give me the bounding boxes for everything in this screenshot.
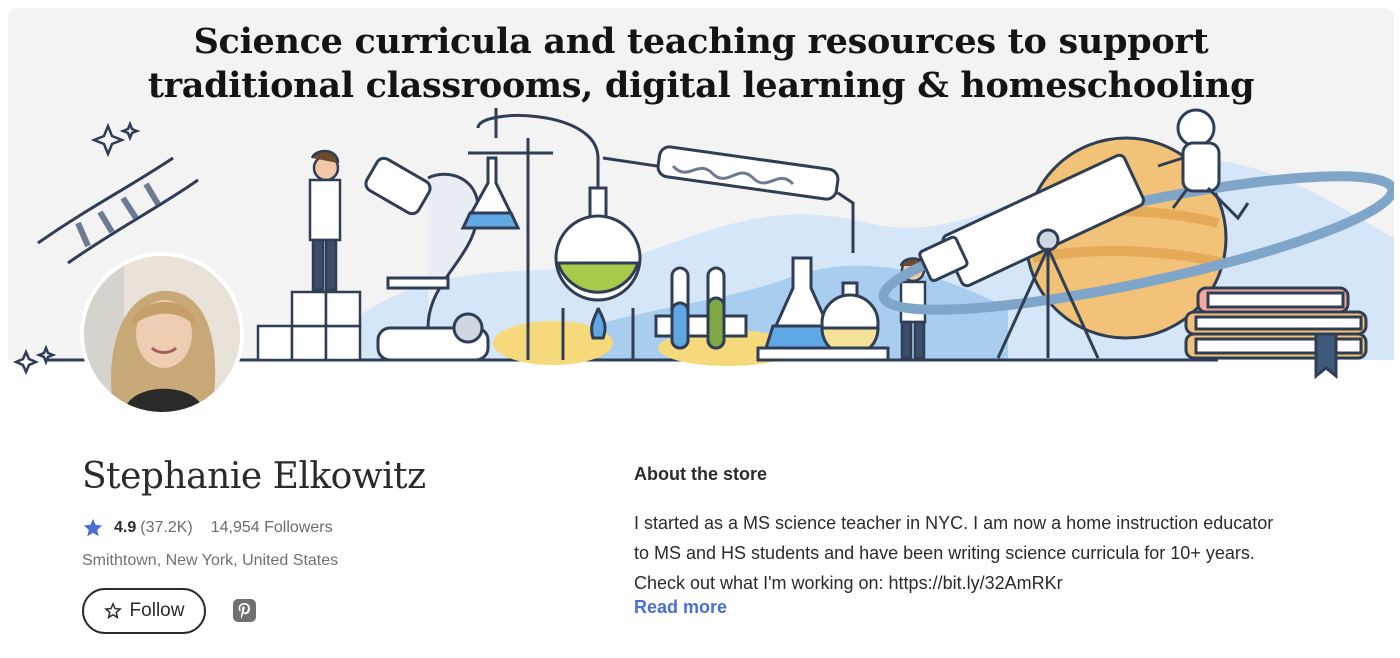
read-more-link[interactable]: Read more — [634, 597, 727, 618]
rating-count[interactable]: (37.2K) — [140, 519, 192, 537]
banner-title-line1: Science curricula and teaching resources… — [193, 21, 1209, 62]
banner-title-line2: traditional classrooms, digital learning… — [147, 65, 1255, 106]
seller-location: Smithtown, New York, United States — [82, 552, 339, 569]
microscope-icon — [364, 156, 490, 362]
cubes — [256, 290, 362, 362]
scientist — [308, 149, 342, 292]
banner-title: Science curricula and teaching resources… — [8, 20, 1394, 108]
about-line: Check out what I'm working on: https://b… — [634, 573, 1063, 593]
avatar — [80, 252, 244, 416]
seller-name: Stephanie Elkowitz — [82, 456, 426, 497]
star-icon — [83, 518, 103, 537]
star-outline-icon — [103, 602, 122, 620]
pinterest-icon[interactable] — [233, 599, 256, 622]
about-description: I started as a MS science teacher in NYC… — [634, 508, 1354, 598]
dna-icon — [37, 156, 199, 265]
about-line: to MS and HS students and have been writ… — [634, 543, 1255, 563]
about-line: I started as a MS science teacher in NYC… — [634, 513, 1274, 533]
followers-count: 14,954 Followers — [210, 519, 333, 536]
follow-label: Follow — [129, 600, 185, 621]
follow-button[interactable]: Follow — [82, 588, 206, 634]
rating-value: 4.9 — [114, 519, 137, 536]
about-title: About the store — [634, 464, 767, 484]
rating-row: 4.9 (37.2K) 14,954 Followers — [82, 517, 333, 539]
